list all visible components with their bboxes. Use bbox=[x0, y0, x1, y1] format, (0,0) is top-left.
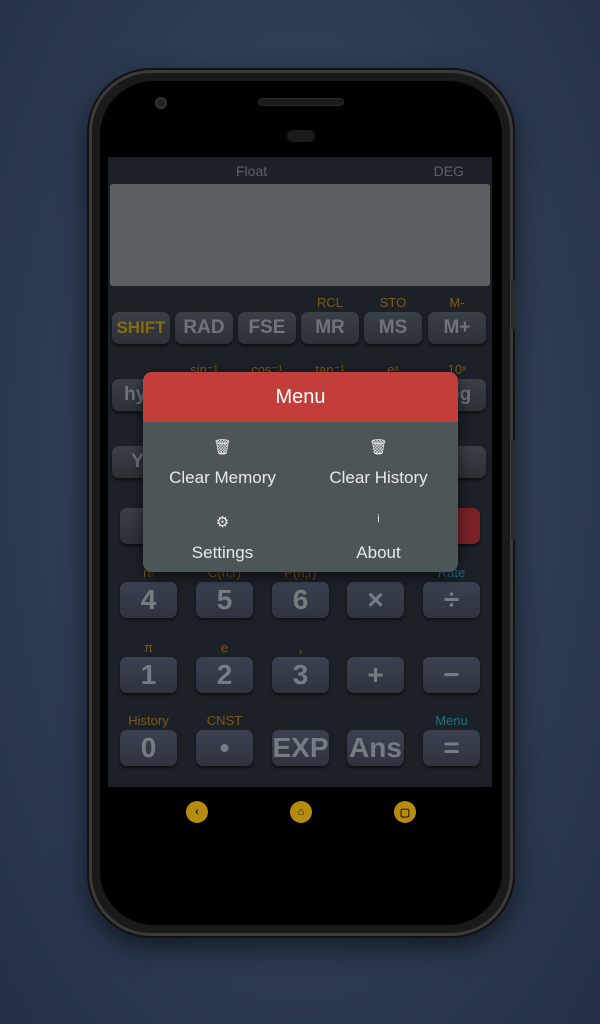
recents-icon[interactable]: ▢ bbox=[394, 801, 416, 823]
volume-button bbox=[511, 440, 515, 540]
front-camera bbox=[155, 97, 167, 109]
key-0-button[interactable]: 0 bbox=[120, 730, 177, 766]
key-shift-button[interactable]: SHIFT bbox=[112, 312, 170, 344]
earpiece-speaker bbox=[258, 98, 344, 106]
navigation-bar: ‹ ⌂ ▢ bbox=[108, 787, 492, 837]
key-m-button[interactable]: M+ bbox=[428, 312, 486, 344]
key-2-button[interactable]: 2 bbox=[196, 657, 253, 693]
key-secondary-label: History bbox=[128, 713, 169, 728]
sensor bbox=[287, 130, 315, 142]
float-mode-indicator: Float bbox=[236, 163, 268, 179]
key-secondary-label: RCL bbox=[316, 295, 343, 310]
menu-dialog: Menu 🗑 Clear Memory 🗑 Clear History ⚙ Se… bbox=[143, 372, 458, 572]
key--button[interactable]: − bbox=[423, 657, 480, 693]
key-3-button[interactable]: 3 bbox=[272, 657, 329, 693]
key-rad-button[interactable]: RAD bbox=[175, 312, 233, 344]
key-secondary-label: π bbox=[144, 640, 153, 655]
key-4-button[interactable]: 4 bbox=[120, 582, 177, 618]
gear-icon: ⚙ bbox=[215, 514, 230, 531]
info-icon: i bbox=[377, 513, 380, 525]
key--button[interactable]: ÷ bbox=[423, 582, 480, 618]
clear-memory-item[interactable]: 🗑 Clear Memory bbox=[145, 438, 300, 488]
key--button[interactable]: + bbox=[347, 657, 404, 693]
key-mr-button[interactable]: MR bbox=[301, 312, 359, 344]
key-6-button[interactable]: 6 bbox=[272, 582, 329, 618]
key-secondary-label: M- bbox=[449, 295, 465, 310]
clear-history-label: Clear History bbox=[329, 468, 428, 487]
trash-icon: 🗑 bbox=[368, 439, 389, 456]
key-secondary-label: STO bbox=[379, 295, 407, 310]
key--button[interactable]: • bbox=[196, 730, 253, 766]
settings-label: Settings bbox=[191, 543, 254, 562]
angle-mode-indicator: DEG bbox=[433, 163, 464, 179]
key-secondary-label: Menu bbox=[435, 713, 468, 728]
power-button bbox=[511, 280, 515, 330]
key-fse-button[interactable]: FSE bbox=[238, 312, 296, 344]
trash-icon: 🗑 bbox=[212, 439, 233, 456]
key--button[interactable]: = bbox=[423, 730, 480, 766]
key-secondary-label: e bbox=[220, 640, 229, 655]
about-label: About bbox=[356, 543, 401, 562]
key-exp-button[interactable]: EXP bbox=[272, 730, 329, 766]
home-icon[interactable]: ⌂ bbox=[290, 801, 312, 823]
key-ans-button[interactable]: Ans bbox=[347, 730, 404, 766]
key-5-button[interactable]: 5 bbox=[196, 582, 253, 618]
clear-memory-label: Clear Memory bbox=[169, 468, 276, 487]
key--button[interactable]: × bbox=[347, 582, 404, 618]
key-ms-button[interactable]: MS bbox=[364, 312, 422, 344]
about-item[interactable]: i About bbox=[301, 513, 456, 563]
calculator-display bbox=[110, 184, 490, 286]
back-icon[interactable]: ‹ bbox=[186, 801, 208, 823]
settings-item[interactable]: ⚙ Settings bbox=[145, 513, 300, 563]
key-1-button[interactable]: 1 bbox=[120, 657, 177, 693]
status-bar: Float DEG bbox=[108, 157, 492, 183]
key-secondary-label: , bbox=[298, 640, 303, 655]
clear-history-item[interactable]: 🗑 Clear History bbox=[301, 438, 456, 488]
menu-title: Menu bbox=[143, 372, 458, 422]
key-secondary-label: CNST bbox=[206, 713, 243, 728]
